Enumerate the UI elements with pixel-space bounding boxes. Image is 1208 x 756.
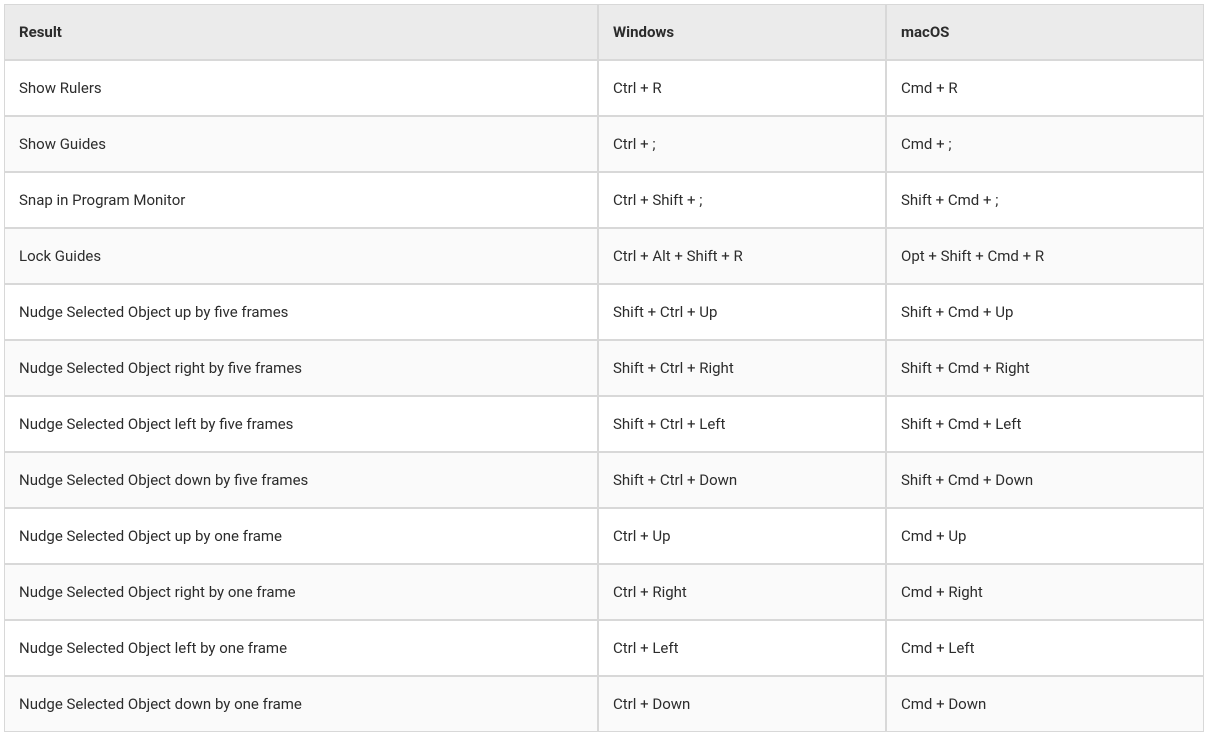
cell-macos: Shift + Cmd + ; <box>886 172 1204 228</box>
cell-windows: Ctrl + Down <box>598 676 886 732</box>
cell-macos: Shift + Cmd + Right <box>886 340 1204 396</box>
table-row: Nudge Selected Object up by five frames … <box>4 284 1204 340</box>
table-row: Nudge Selected Object up by one frame Ct… <box>4 508 1204 564</box>
cell-windows: Ctrl + Right <box>598 564 886 620</box>
cell-windows: Shift + Ctrl + Right <box>598 340 886 396</box>
cell-macos: Cmd + Left <box>886 620 1204 676</box>
cell-macos: Cmd + R <box>886 60 1204 116</box>
cell-macos: Cmd + ; <box>886 116 1204 172</box>
table-row: Show Guides Ctrl + ; Cmd + ; <box>4 116 1204 172</box>
cell-windows: Shift + Ctrl + Left <box>598 396 886 452</box>
table-header-row: Result Windows macOS <box>4 4 1204 60</box>
cell-result: Nudge Selected Object right by one frame <box>4 564 598 620</box>
table-row: Lock Guides Ctrl + Alt + Shift + R Opt +… <box>4 228 1204 284</box>
cell-windows: Ctrl + Shift + ; <box>598 172 886 228</box>
cell-macos: Shift + Cmd + Left <box>886 396 1204 452</box>
cell-result: Lock Guides <box>4 228 598 284</box>
shortcuts-table: Result Windows macOS Show Rulers Ctrl + … <box>4 4 1204 732</box>
cell-windows: Ctrl + ; <box>598 116 886 172</box>
header-macos: macOS <box>886 4 1204 60</box>
table-row: Snap in Program Monitor Ctrl + Shift + ;… <box>4 172 1204 228</box>
cell-result: Show Rulers <box>4 60 598 116</box>
cell-windows: Ctrl + Alt + Shift + R <box>598 228 886 284</box>
cell-result: Snap in Program Monitor <box>4 172 598 228</box>
table-body: Show Rulers Ctrl + R Cmd + R Show Guides… <box>4 60 1204 732</box>
cell-result: Nudge Selected Object down by one frame <box>4 676 598 732</box>
cell-windows: Shift + Ctrl + Up <box>598 284 886 340</box>
cell-result: Nudge Selected Object down by five frame… <box>4 452 598 508</box>
cell-macos: Shift + Cmd + Down <box>886 452 1204 508</box>
cell-result: Nudge Selected Object left by five frame… <box>4 396 598 452</box>
cell-result: Nudge Selected Object up by five frames <box>4 284 598 340</box>
cell-macos: Cmd + Right <box>886 564 1204 620</box>
table-row: Nudge Selected Object down by five frame… <box>4 452 1204 508</box>
cell-result: Nudge Selected Object right by five fram… <box>4 340 598 396</box>
table-row: Nudge Selected Object down by one frame … <box>4 676 1204 732</box>
cell-windows: Ctrl + R <box>598 60 886 116</box>
table-row: Nudge Selected Object right by one frame… <box>4 564 1204 620</box>
cell-result: Nudge Selected Object up by one frame <box>4 508 598 564</box>
cell-macos: Opt + Shift + Cmd + R <box>886 228 1204 284</box>
table-row: Nudge Selected Object left by five frame… <box>4 396 1204 452</box>
cell-windows: Shift + Ctrl + Down <box>598 452 886 508</box>
header-result: Result <box>4 4 598 60</box>
cell-result: Show Guides <box>4 116 598 172</box>
cell-result: Nudge Selected Object left by one frame <box>4 620 598 676</box>
cell-windows: Ctrl + Left <box>598 620 886 676</box>
cell-macos: Cmd + Down <box>886 676 1204 732</box>
cell-windows: Ctrl + Up <box>598 508 886 564</box>
table-row: Nudge Selected Object left by one frame … <box>4 620 1204 676</box>
table-row: Show Rulers Ctrl + R Cmd + R <box>4 60 1204 116</box>
cell-macos: Cmd + Up <box>886 508 1204 564</box>
table-row: Nudge Selected Object right by five fram… <box>4 340 1204 396</box>
header-windows: Windows <box>598 4 886 60</box>
cell-macos: Shift + Cmd + Up <box>886 284 1204 340</box>
